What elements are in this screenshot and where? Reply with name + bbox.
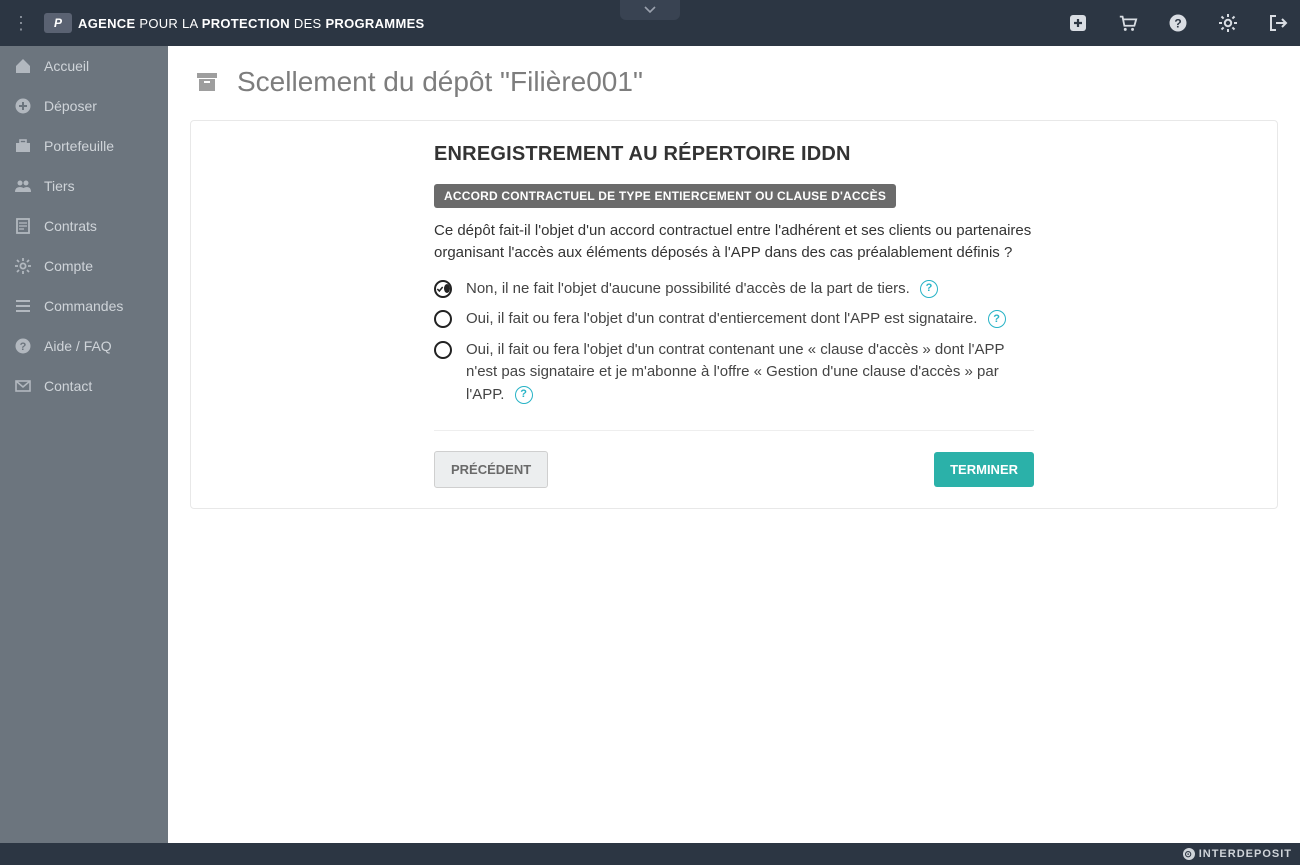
- sidebar-item-contact[interactable]: Contact: [0, 366, 168, 406]
- sidebar-item-label: Accueil: [44, 58, 89, 74]
- sidebar-item-deposer[interactable]: Déposer: [0, 86, 168, 126]
- users-icon: [14, 177, 32, 195]
- list-icon: [14, 297, 32, 315]
- sidebar-item-compte[interactable]: Compte: [0, 246, 168, 286]
- briefcase-icon: [14, 137, 32, 155]
- radio-option-0[interactable]: Non, il ne fait l'objet d'aucune possibi…: [434, 278, 1034, 301]
- finish-button[interactable]: TERMINER: [934, 452, 1034, 487]
- form-buttons: PRÉCÉDENT TERMINER: [434, 430, 1034, 488]
- page-title-row: Scellement du dépôt "Filière001": [195, 66, 1278, 98]
- help-icon[interactable]: ?: [1168, 13, 1188, 33]
- envelope-icon: [14, 377, 32, 395]
- logo-mark-icon: P: [44, 13, 72, 33]
- logout-icon[interactable]: [1268, 13, 1288, 33]
- gear-icon[interactable]: [1218, 13, 1238, 33]
- sidebar-item-label: Déposer: [44, 98, 97, 114]
- topbar-dropdown-tab[interactable]: [620, 0, 680, 20]
- footer: ⊙ INTERDEPOSIT: [0, 843, 1300, 865]
- radio-label: Non, il ne fait l'objet d'aucune possibi…: [466, 278, 938, 301]
- sidebar-item-label: Contrats: [44, 218, 97, 234]
- radio-label: Oui, il fait ou fera l'objet d'un contra…: [466, 339, 1034, 407]
- brand-text: AGENCE POUR LA PROTECTION DES PROGRAMMES: [78, 16, 425, 31]
- topbar-actions: ?: [1068, 13, 1288, 33]
- page-title: Scellement du dépôt "Filière001": [237, 66, 643, 98]
- help-circle-icon: ?: [14, 337, 32, 355]
- sidebar-item-aide[interactable]: ? Aide / FAQ: [0, 326, 168, 366]
- footer-text: INTERDEPOSIT: [1199, 848, 1292, 860]
- form-card: ENREGISTREMENT AU RÉPERTOIRE IDDN ACCORD…: [190, 120, 1278, 509]
- section-badge: ACCORD CONTRACTUEL DE TYPE ENTIERCEMENT …: [434, 184, 896, 208]
- radio-input[interactable]: [434, 341, 452, 359]
- radio-input[interactable]: [434, 280, 452, 298]
- document-icon: [14, 217, 32, 235]
- topbar: ⋮ P AGENCE POUR LA PROTECTION DES PROGRA…: [0, 0, 1300, 46]
- sidebar-item-label: Tiers: [44, 178, 75, 194]
- radio-option-1[interactable]: Oui, il fait ou fera l'objet d'un contra…: [434, 308, 1034, 331]
- main-content: Scellement du dépôt "Filière001" ENREGIS…: [168, 46, 1300, 843]
- sidebar-item-tiers[interactable]: Tiers: [0, 166, 168, 206]
- home-icon: [14, 57, 32, 75]
- svg-text:?: ?: [20, 341, 27, 353]
- help-icon[interactable]: ?: [988, 310, 1006, 328]
- archive-icon: [195, 71, 219, 93]
- sidebar-item-portefeuille[interactable]: Portefeuille: [0, 126, 168, 166]
- radio-option-2[interactable]: Oui, il fait ou fera l'objet d'un contra…: [434, 339, 1034, 407]
- question-text: Ce dépôt fait-il l'objet d'un accord con…: [434, 220, 1034, 264]
- prev-button[interactable]: PRÉCÉDENT: [434, 451, 548, 488]
- sidebar: Accueil Déposer Portefeuille Tiers Contr…: [0, 46, 168, 843]
- svg-text:?: ?: [1174, 17, 1181, 31]
- section-heading: ENREGISTREMENT AU RÉPERTOIRE IDDN: [434, 143, 1034, 166]
- gear-icon: [14, 257, 32, 275]
- sidebar-item-contrats[interactable]: Contrats: [0, 206, 168, 246]
- footer-logo-icon: ⊙: [1183, 848, 1195, 860]
- cart-icon[interactable]: [1118, 13, 1138, 33]
- menu-dots-icon[interactable]: ⋮: [12, 13, 30, 34]
- sidebar-item-label: Portefeuille: [44, 138, 114, 154]
- add-icon[interactable]: [1068, 13, 1088, 33]
- radio-label: Oui, il fait ou fera l'objet d'un contra…: [466, 308, 1006, 331]
- help-icon[interactable]: ?: [920, 280, 938, 298]
- plus-circle-icon: [14, 97, 32, 115]
- radio-input[interactable]: [434, 310, 452, 328]
- sidebar-item-label: Compte: [44, 258, 93, 274]
- chevron-down-icon: [644, 5, 656, 15]
- sidebar-item-label: Contact: [44, 378, 92, 394]
- sidebar-item-commandes[interactable]: Commandes: [0, 286, 168, 326]
- help-icon[interactable]: ?: [515, 386, 533, 404]
- sidebar-item-label: Commandes: [44, 298, 123, 314]
- sidebar-item-label: Aide / FAQ: [44, 338, 112, 354]
- brand-logo[interactable]: P AGENCE POUR LA PROTECTION DES PROGRAMM…: [44, 13, 425, 33]
- sidebar-item-accueil[interactable]: Accueil: [0, 46, 168, 86]
- form-section: ENREGISTREMENT AU RÉPERTOIRE IDDN ACCORD…: [434, 143, 1034, 406]
